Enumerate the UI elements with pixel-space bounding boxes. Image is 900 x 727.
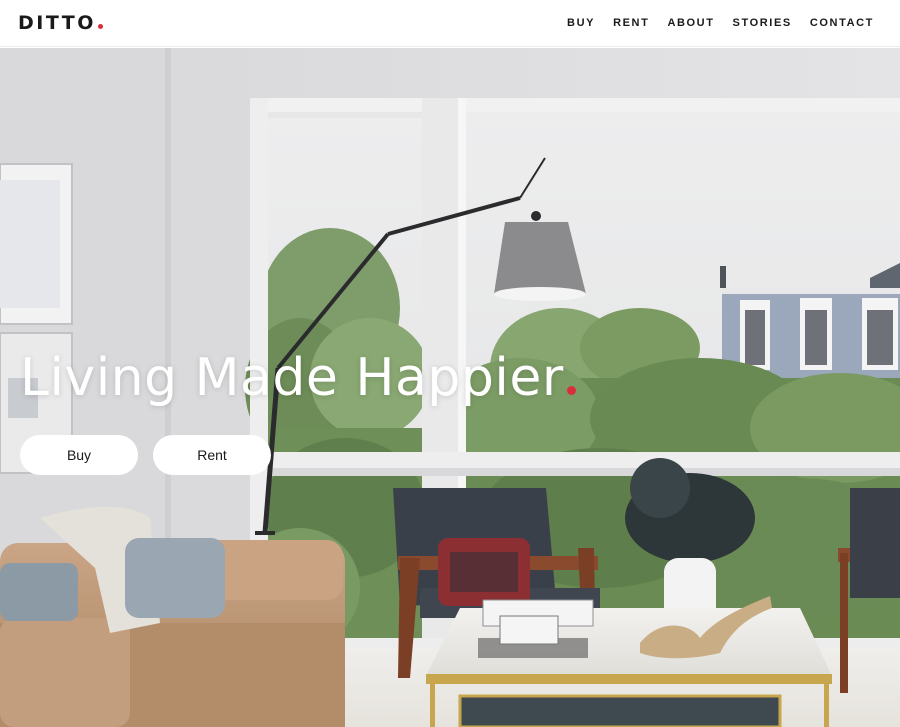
- title-accent-dot: [566, 386, 576, 395]
- nav-item-about[interactable]: ABOUT: [667, 17, 714, 29]
- site-header: DITTO BUY RENT ABOUT STORIES CONTACT: [0, 0, 900, 47]
- logo-dot: [97, 24, 103, 29]
- nav-item-buy[interactable]: BUY: [567, 17, 595, 29]
- hero-section: Living Made Happier Buy Rent: [0, 48, 900, 727]
- main-nav: BUY RENT ABOUT STORIES CONTACT: [567, 17, 874, 29]
- rent-button[interactable]: Rent: [153, 435, 271, 475]
- nav-item-stories[interactable]: STORIES: [733, 17, 792, 29]
- logo[interactable]: DITTO: [18, 12, 103, 34]
- hero-buttons: Buy Rent: [20, 435, 576, 475]
- nav-item-rent[interactable]: RENT: [613, 17, 649, 29]
- logo-text: DITTO: [18, 12, 96, 34]
- buy-button[interactable]: Buy: [20, 435, 138, 475]
- hero-content: Living Made Happier Buy Rent: [20, 348, 576, 475]
- hero-title-text: Living Made Happier: [20, 348, 564, 408]
- hero-title: Living Made Happier: [20, 348, 576, 408]
- nav-item-contact[interactable]: CONTACT: [810, 17, 874, 29]
